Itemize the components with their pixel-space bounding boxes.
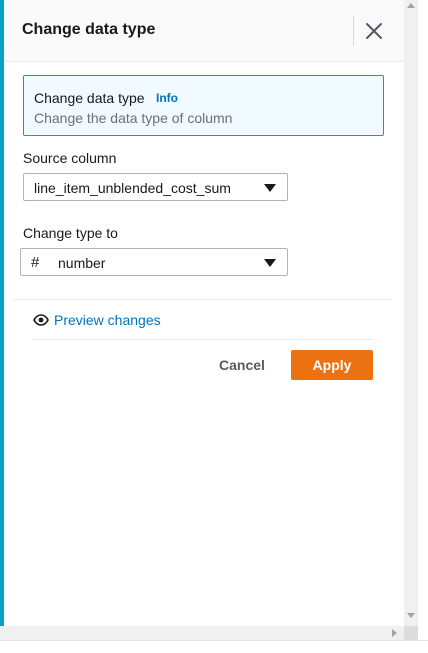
scroll-up-arrow-icon[interactable] <box>407 3 415 8</box>
scroll-right-arrow-icon[interactable] <box>392 629 397 637</box>
change-data-type-panel: Change data type Change data type Info C… <box>4 0 404 626</box>
change-type-select[interactable]: # number <box>20 248 288 276</box>
caret-down-icon <box>264 259 276 267</box>
source-column-value: line_item_unblended_cost_sum <box>34 180 231 196</box>
eye-icon <box>33 314 49 326</box>
vertical-scrollbar[interactable] <box>404 0 418 626</box>
header-divider <box>353 16 354 46</box>
divider <box>13 299 392 300</box>
window-edge <box>418 0 428 652</box>
panel-header: Change data type <box>4 0 404 62</box>
cancel-button[interactable]: Cancel <box>209 350 275 380</box>
info-box-description: Change the data type of column <box>34 110 233 126</box>
apply-button[interactable]: Apply <box>291 350 373 380</box>
caret-down-icon <box>264 184 276 192</box>
source-column-select[interactable]: line_item_unblended_cost_sum <box>23 173 288 201</box>
source-column-label: Source column <box>23 150 117 166</box>
close-icon <box>366 23 382 39</box>
scroll-down-arrow-icon[interactable] <box>407 613 415 618</box>
info-box-title: Change data type <box>34 90 145 106</box>
divider <box>33 339 373 340</box>
change-type-value: number <box>58 255 106 271</box>
info-box: Change data type Info Change the data ty… <box>23 75 384 136</box>
panel-title: Change data type <box>22 21 156 38</box>
horizontal-scrollbar[interactable] <box>0 626 404 640</box>
info-link[interactable]: Info <box>156 91 178 105</box>
close-button[interactable] <box>362 19 386 43</box>
number-type-icon: # <box>31 254 40 271</box>
change-type-label: Change type to <box>23 225 118 241</box>
window-bottom-edge <box>0 640 428 653</box>
preview-changes-label: Preview changes <box>54 312 161 328</box>
scrollbar-corner <box>404 626 418 640</box>
